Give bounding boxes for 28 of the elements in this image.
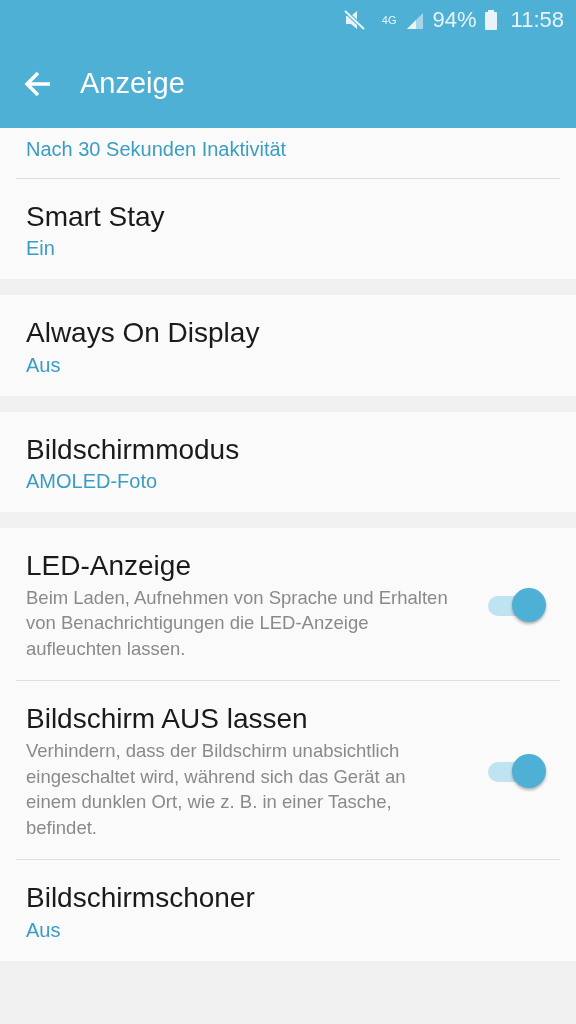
battery-icon (484, 10, 497, 30)
setting-title: Bildschirmmodus (26, 432, 241, 467)
settings-item[interactable]: LED-Anzeige Beim Laden, Aufnehmen von Sprache und Erhalten von Benachrichtigungen die LED-Anzeige aufleuchten lassen. (0, 528, 576, 682)
network-label: 4G (381, 13, 397, 28)
settings-item[interactable]: Smart Stay Ein (0, 179, 576, 280)
settings-item[interactable]: Always On Display Aus (0, 295, 576, 396)
setting-description: Verhindern, dass der Bildschirm unabsichtlich eingeschaltet wird, während sich das Gerät an einem dunklen Ort, wie z. B. in einer Tasche, befindet. (26, 738, 407, 841)
setting-value: AMOLED-Foto (26, 469, 159, 495)
back-arrow-icon[interactable] (24, 71, 52, 97)
setting-value: Nach 30 Sekunden Inaktivität (26, 137, 288, 162)
mute-icon (343, 10, 366, 30)
settings-item[interactable]: Bildschirm AUS lassen Verhindern, dass der Bildschirm unabsichtlich eingeschaltet wird, während sich das Gerät an einem dunklen Ort, wie z. B. in einer Tasche, befindet. (0, 681, 576, 861)
battery-percent: 94% (432, 6, 477, 34)
setting-value: Aus (26, 917, 62, 943)
setting-title: Bildschirm AUS lassen (26, 702, 309, 737)
setting-description: Beim Laden, Aufnehmen von Sprache und Erhalten von Benachrichtigungen die LED-Anzeige aufleuchten lassen. (26, 585, 449, 662)
clock: 11:58 (510, 6, 564, 34)
settings-item[interactable]: Bildschirmschoner Aus (0, 860, 576, 961)
toggle-switch[interactable] (486, 754, 548, 789)
setting-value: Ein (26, 236, 56, 262)
setting-value: Aus (26, 352, 62, 378)
toggle-switch[interactable] (486, 588, 548, 623)
setting-title: Bildschirmschoner (26, 881, 256, 916)
screen-title: Anzeige (80, 66, 185, 102)
setting-title: Smart Stay (26, 200, 166, 234)
setting-title: LED-Anzeige (26, 549, 192, 584)
setting-title: Always On Display (26, 316, 261, 351)
settings-item[interactable]: Bildschirmmodus AMOLED-Foto (0, 411, 576, 513)
